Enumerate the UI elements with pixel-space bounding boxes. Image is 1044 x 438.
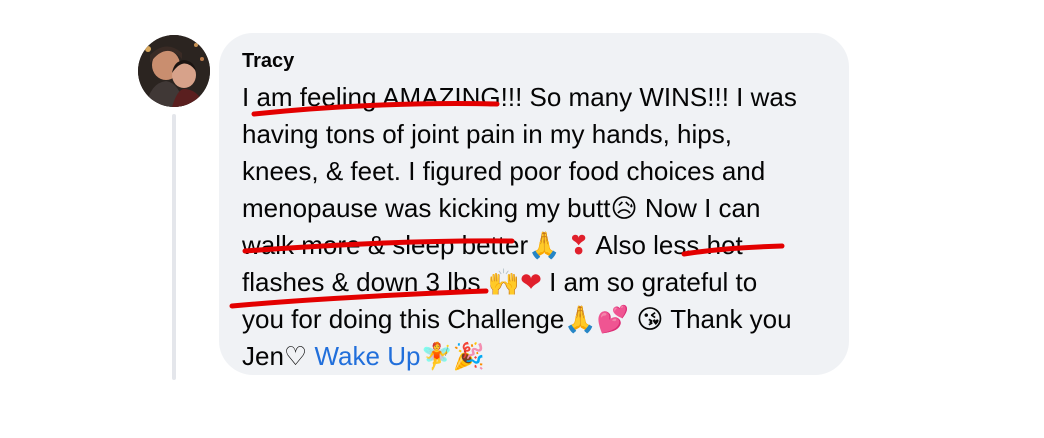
comment-text: I am feeling AMAZING!!! So many WINS!!! … xyxy=(242,82,797,112)
comment-text: Jen♡ xyxy=(242,341,308,371)
comment-text: having tons of joint pain in my hands, h… xyxy=(242,119,732,149)
comment-line-4: menopause was kicking my butt😥 Now I can xyxy=(242,191,760,226)
comment-author[interactable]: Tracy xyxy=(242,50,294,73)
kiss-face-emoji-icon: 😘 xyxy=(636,305,664,335)
comment-text: flashes & down 3 lbs xyxy=(242,267,481,297)
sad-sweat-emoji-icon: 😥 xyxy=(610,194,638,224)
comment-line-6: flashes & down 3 lbs 🙌❤ I am so grateful… xyxy=(242,265,757,300)
folded-hands-emoji-icon: 🙏 xyxy=(528,231,561,261)
two-hearts-emoji-icon: 💕 xyxy=(596,305,630,335)
avatar-photo xyxy=(138,35,210,107)
comment-line-7: you for doing this Challenge🙏💕 😘 Thank y… xyxy=(242,302,792,337)
comment-line-8: Jen♡ Wake Up🧚🎉 xyxy=(242,339,485,374)
comment-line-3: knees, & feet. I figured poor food choic… xyxy=(242,154,765,188)
comment-text: you for doing this Challenge xyxy=(242,304,565,334)
comment-text: knees, & feet. I figured poor food choic… xyxy=(242,156,766,186)
wake-up-link[interactable]: Wake Up xyxy=(314,341,420,371)
avatar[interactable] xyxy=(138,35,210,107)
comment-line-5: walk more & sleep better🙏 ❣ Also less ho… xyxy=(242,228,743,263)
comment-line-1: I am feeling AMAZING!!! So many WINS!!! … xyxy=(242,80,797,114)
folded-hands-emoji-icon: 🙏 xyxy=(564,305,597,335)
comment-text: walk more & sleep better xyxy=(242,230,529,260)
raising-hands-emoji-icon: 🙌 xyxy=(487,268,521,298)
party-popper-emoji-icon: 🎉 xyxy=(452,342,486,372)
comment-text: Also less hot xyxy=(595,230,743,260)
reply-thread-line xyxy=(172,114,176,380)
comment-line-2: having tons of joint pain in my hands, h… xyxy=(242,117,732,151)
comment-text: Now I can xyxy=(644,193,761,223)
comment-text: Thank you xyxy=(670,304,792,334)
comment-text: I am so grateful to xyxy=(549,267,758,297)
red-heart-emoji-icon: ❤ xyxy=(520,268,542,298)
comment-text: menopause was kicking my butt xyxy=(242,193,611,223)
heart-exclamation-emoji-icon: ❣ xyxy=(567,231,590,261)
fairy-emoji-icon: 🧚 xyxy=(420,342,453,372)
